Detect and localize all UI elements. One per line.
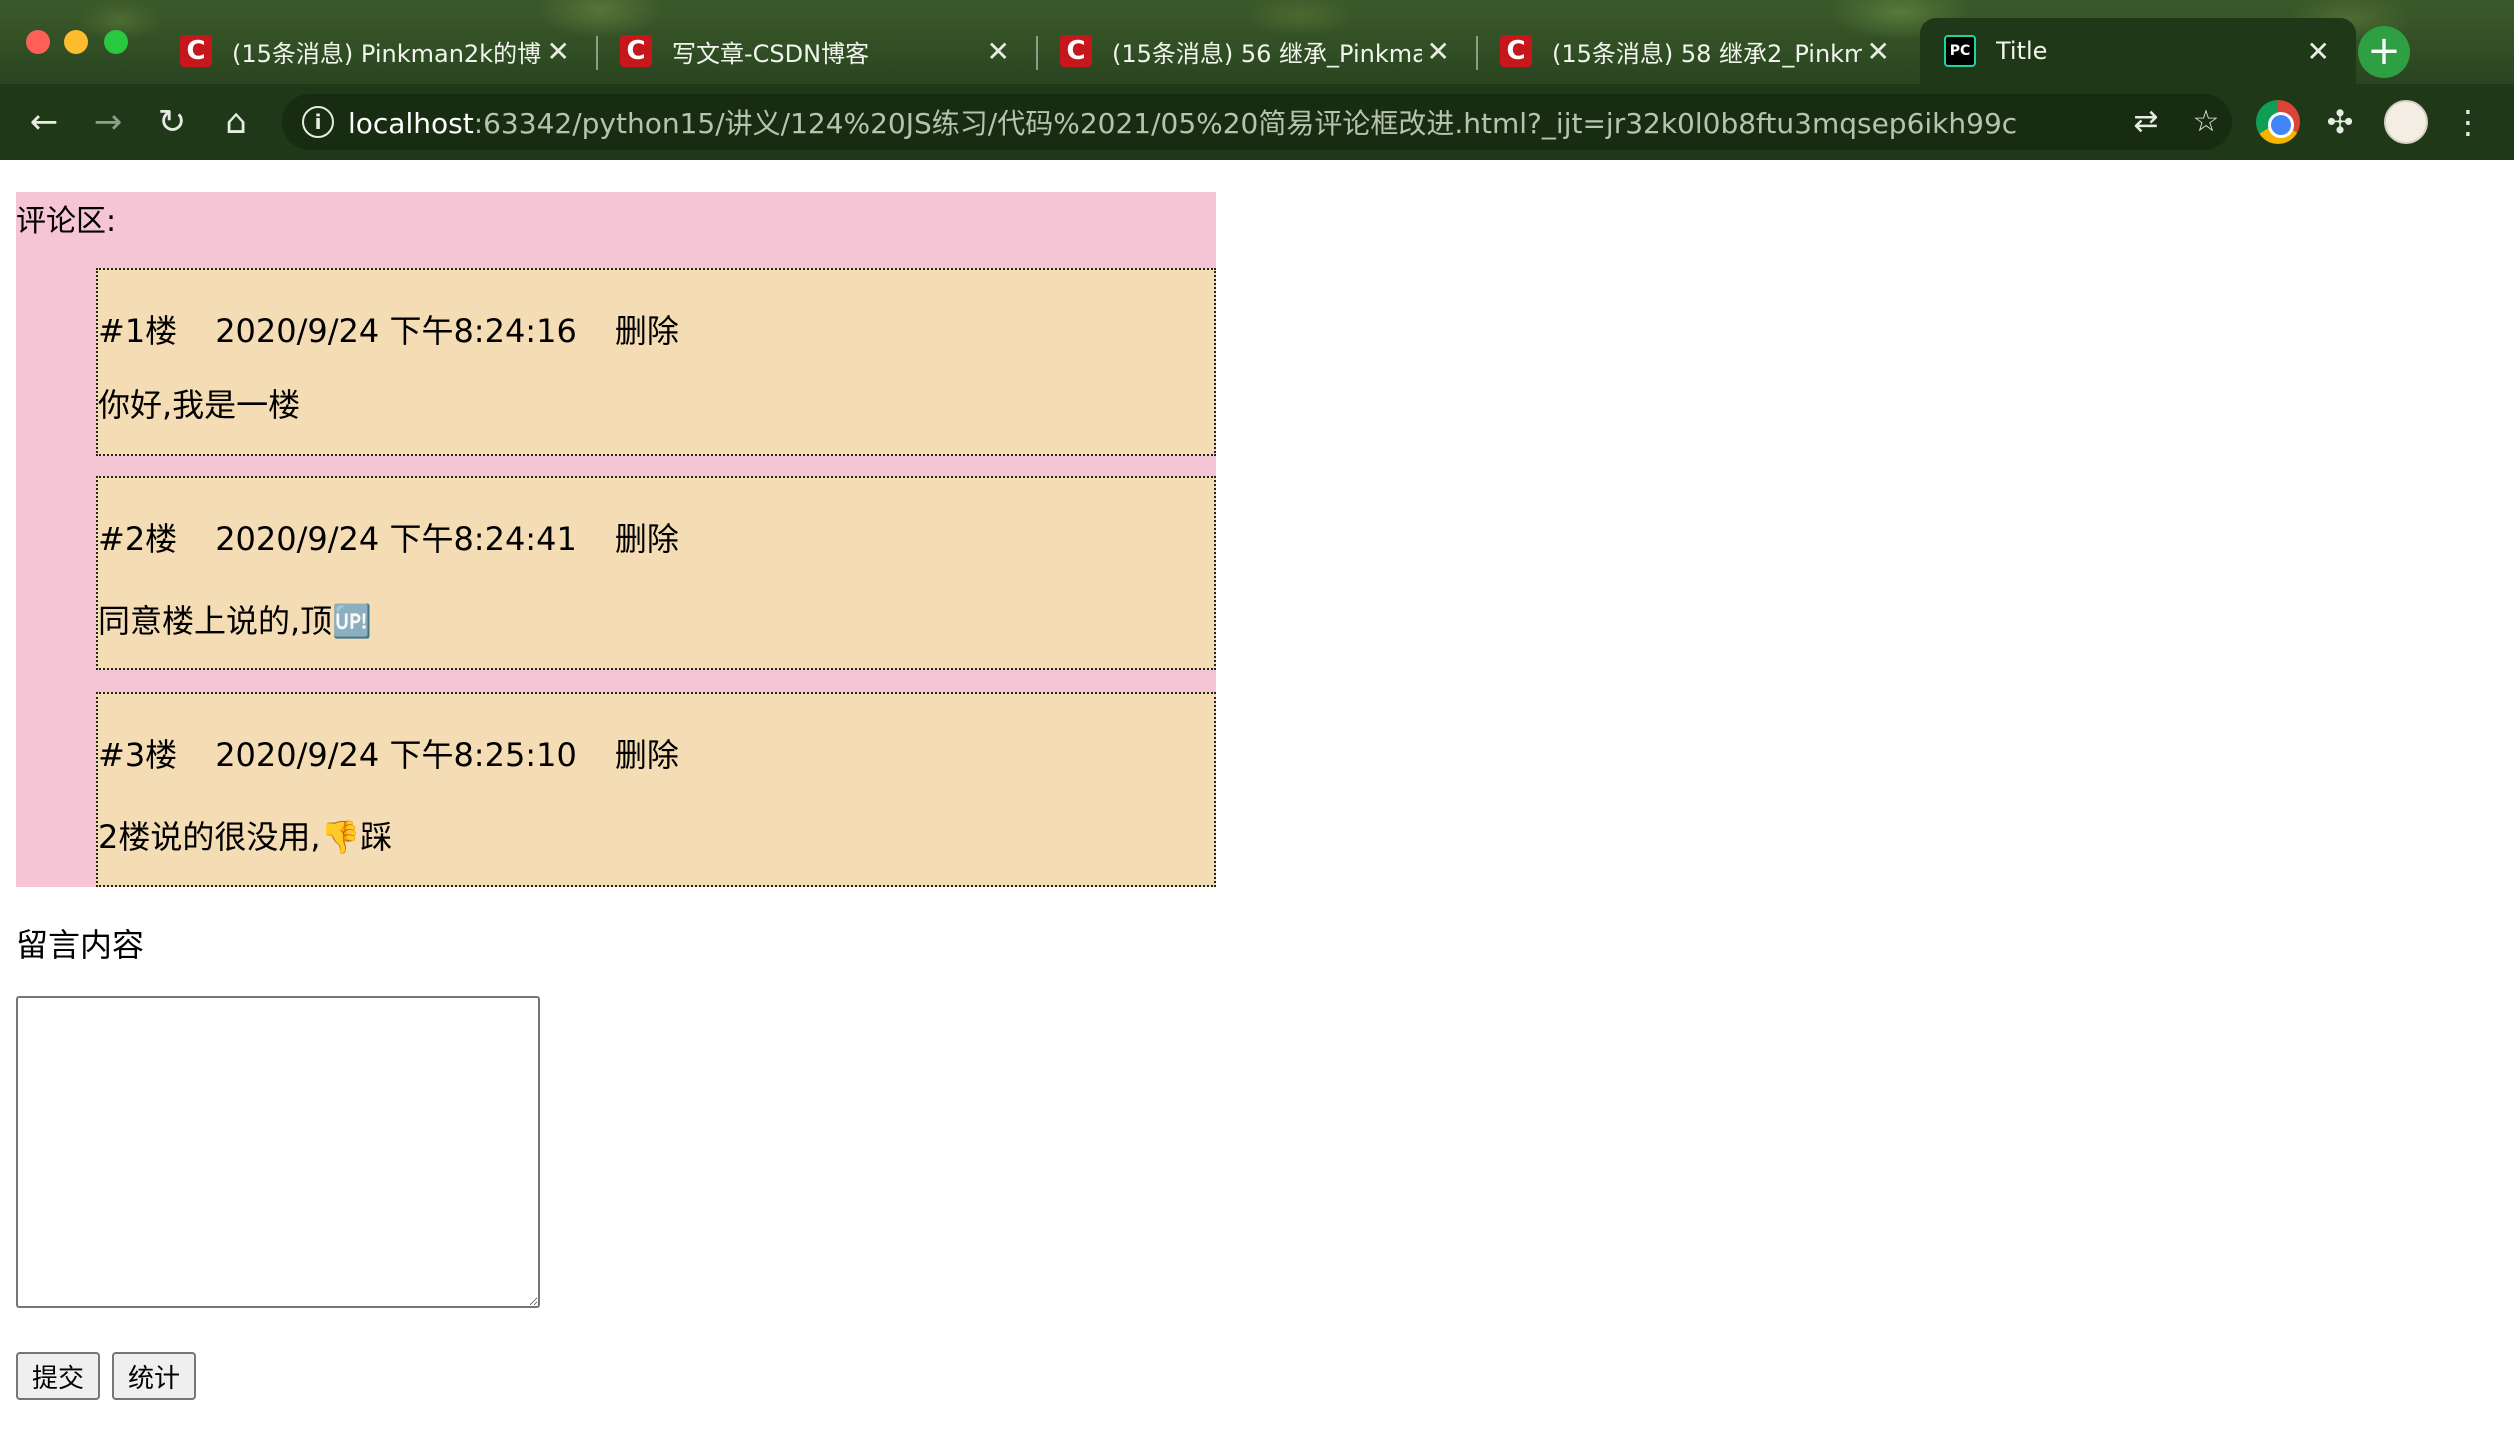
page-content: 评论区: #1楼 2020/9/24 下午8:24:16 删除 你好,我是一楼 #2… xyxy=(0,160,2514,1452)
tab-title-active[interactable]: PC Title ✕ xyxy=(1920,18,2356,84)
comment-item: #2楼 2020/9/24 下午8:24:41 删除 同意楼上说的,顶🆙 xyxy=(96,476,1216,670)
close-tab-icon[interactable]: ✕ xyxy=(2302,35,2330,68)
url-text: localhost:63342/python15/讲义/124%20JS练习/代… xyxy=(348,102,2017,142)
message-textarea[interactable] xyxy=(16,996,540,1308)
back-arrow-icon[interactable]: ← xyxy=(22,100,66,144)
menu-kebab-icon[interactable]: ⋮ xyxy=(2446,100,2490,144)
comment-item: #3楼 2020/9/24 下午8:25:10 删除 2楼说的很没用,👎踩 xyxy=(96,692,1216,887)
comment-floor: #3楼 xyxy=(98,736,178,774)
site-info-icon[interactable]: i xyxy=(302,106,334,138)
extensions-puzzle-icon[interactable]: ✣ xyxy=(2318,100,2362,144)
comment-meta: #2楼 2020/9/24 下午8:24:41 删除 xyxy=(98,514,717,560)
close-window-button[interactable] xyxy=(26,30,50,54)
close-tab-icon[interactable]: ✕ xyxy=(1422,35,1450,68)
reload-icon[interactable]: ↻ xyxy=(150,100,194,144)
stats-button[interactable]: 统计 xyxy=(112,1352,197,1400)
comment-floor: #2楼 xyxy=(98,520,178,558)
comment-content: 同意楼上说的,顶🆙 xyxy=(98,602,373,640)
csdn-icon: C xyxy=(620,35,652,67)
browser-chrome: C (15条消息) Pinkman2k的博客 ✕ C 写文章-CSDN博客 ✕ … xyxy=(0,0,2514,160)
comment-time: 2020/9/24 下午8:25:10 xyxy=(215,736,577,774)
message-label: 留言内容 xyxy=(16,926,145,964)
comment-time: 2020/9/24 下午8:24:41 xyxy=(215,520,577,558)
translate-icon[interactable]: ⇄ xyxy=(2126,102,2166,142)
submit-button[interactable]: 提交 xyxy=(16,1352,101,1400)
chrome-extension-icon[interactable] xyxy=(2256,100,2300,144)
home-icon[interactable]: ⌂ xyxy=(214,100,258,144)
comment-content: 你好,我是一楼 xyxy=(98,386,301,424)
profile-avatar[interactable] xyxy=(2384,100,2428,144)
tab-write-article[interactable]: C 写文章-CSDN博客 ✕ xyxy=(596,18,1036,84)
tab-title: 写文章-CSDN博客 xyxy=(672,39,870,68)
close-tab-icon[interactable]: ✕ xyxy=(542,35,570,68)
delete-comment-link[interactable]: 删除 xyxy=(615,312,679,350)
csdn-icon: C xyxy=(180,35,212,67)
tab-title: (15条消息) Pinkman2k的博客 xyxy=(232,39,542,68)
comment-meta: #3楼 2020/9/24 下午8:25:10 删除 xyxy=(98,730,717,776)
pycharm-icon: PC xyxy=(1944,35,1976,67)
close-tab-icon[interactable]: ✕ xyxy=(1862,35,1890,68)
tab-title: (15条消息) 58 继承2_Pinkman xyxy=(1552,39,1862,68)
browser-toolbar: ← → ↻ ⌂ i localhost:63342/python15/讲义/12… xyxy=(0,84,2514,160)
comment-time: 2020/9/24 下午8:24:16 xyxy=(215,312,577,350)
tab-title: Title xyxy=(1996,37,2048,65)
url-path: :63342/python15/讲义/124%20JS练习/代码%2021/05… xyxy=(473,107,2018,140)
address-bar[interactable]: i localhost:63342/python15/讲义/124%20JS练习… xyxy=(282,94,2232,150)
tab-title: (15条消息) 56 继承_Pinkman xyxy=(1112,39,1422,68)
comment-meta: #1楼 2020/9/24 下午8:24:16 删除 xyxy=(98,306,717,352)
delete-comment-link[interactable]: 删除 xyxy=(615,736,679,774)
comment-item: #1楼 2020/9/24 下午8:24:16 删除 你好,我是一楼 xyxy=(96,268,1216,456)
comment-area: 评论区: #1楼 2020/9/24 下午8:24:16 删除 你好,我是一楼 #2… xyxy=(16,192,1216,887)
comment-floor: #1楼 xyxy=(98,312,178,350)
url-host: localhost xyxy=(348,107,474,140)
minimize-window-button[interactable] xyxy=(64,30,88,54)
comment-content: 2楼说的很没用,👎踩 xyxy=(98,818,393,856)
csdn-icon: C xyxy=(1500,35,1532,67)
tab-inheritance-58[interactable]: C (15条消息) 58 继承2_Pinkman ✕ xyxy=(1476,18,1916,84)
csdn-icon: C xyxy=(1060,35,1092,67)
comment-area-label: 评论区: xyxy=(16,204,117,239)
tab-strip: C (15条消息) Pinkman2k的博客 ✕ C 写文章-CSDN博客 ✕ … xyxy=(156,18,2356,84)
bookmark-star-icon[interactable]: ☆ xyxy=(2186,102,2226,142)
maximize-window-button[interactable] xyxy=(104,30,128,54)
new-tab-button[interactable]: + xyxy=(2358,26,2410,78)
tab-pinkman-blog[interactable]: C (15条消息) Pinkman2k的博客 ✕ xyxy=(156,18,596,84)
close-tab-icon[interactable]: ✕ xyxy=(982,35,1010,68)
tab-inheritance-56[interactable]: C (15条消息) 56 继承_Pinkman ✕ xyxy=(1036,18,1476,84)
delete-comment-link[interactable]: 删除 xyxy=(615,520,679,558)
forward-arrow-icon[interactable]: → xyxy=(86,100,130,144)
